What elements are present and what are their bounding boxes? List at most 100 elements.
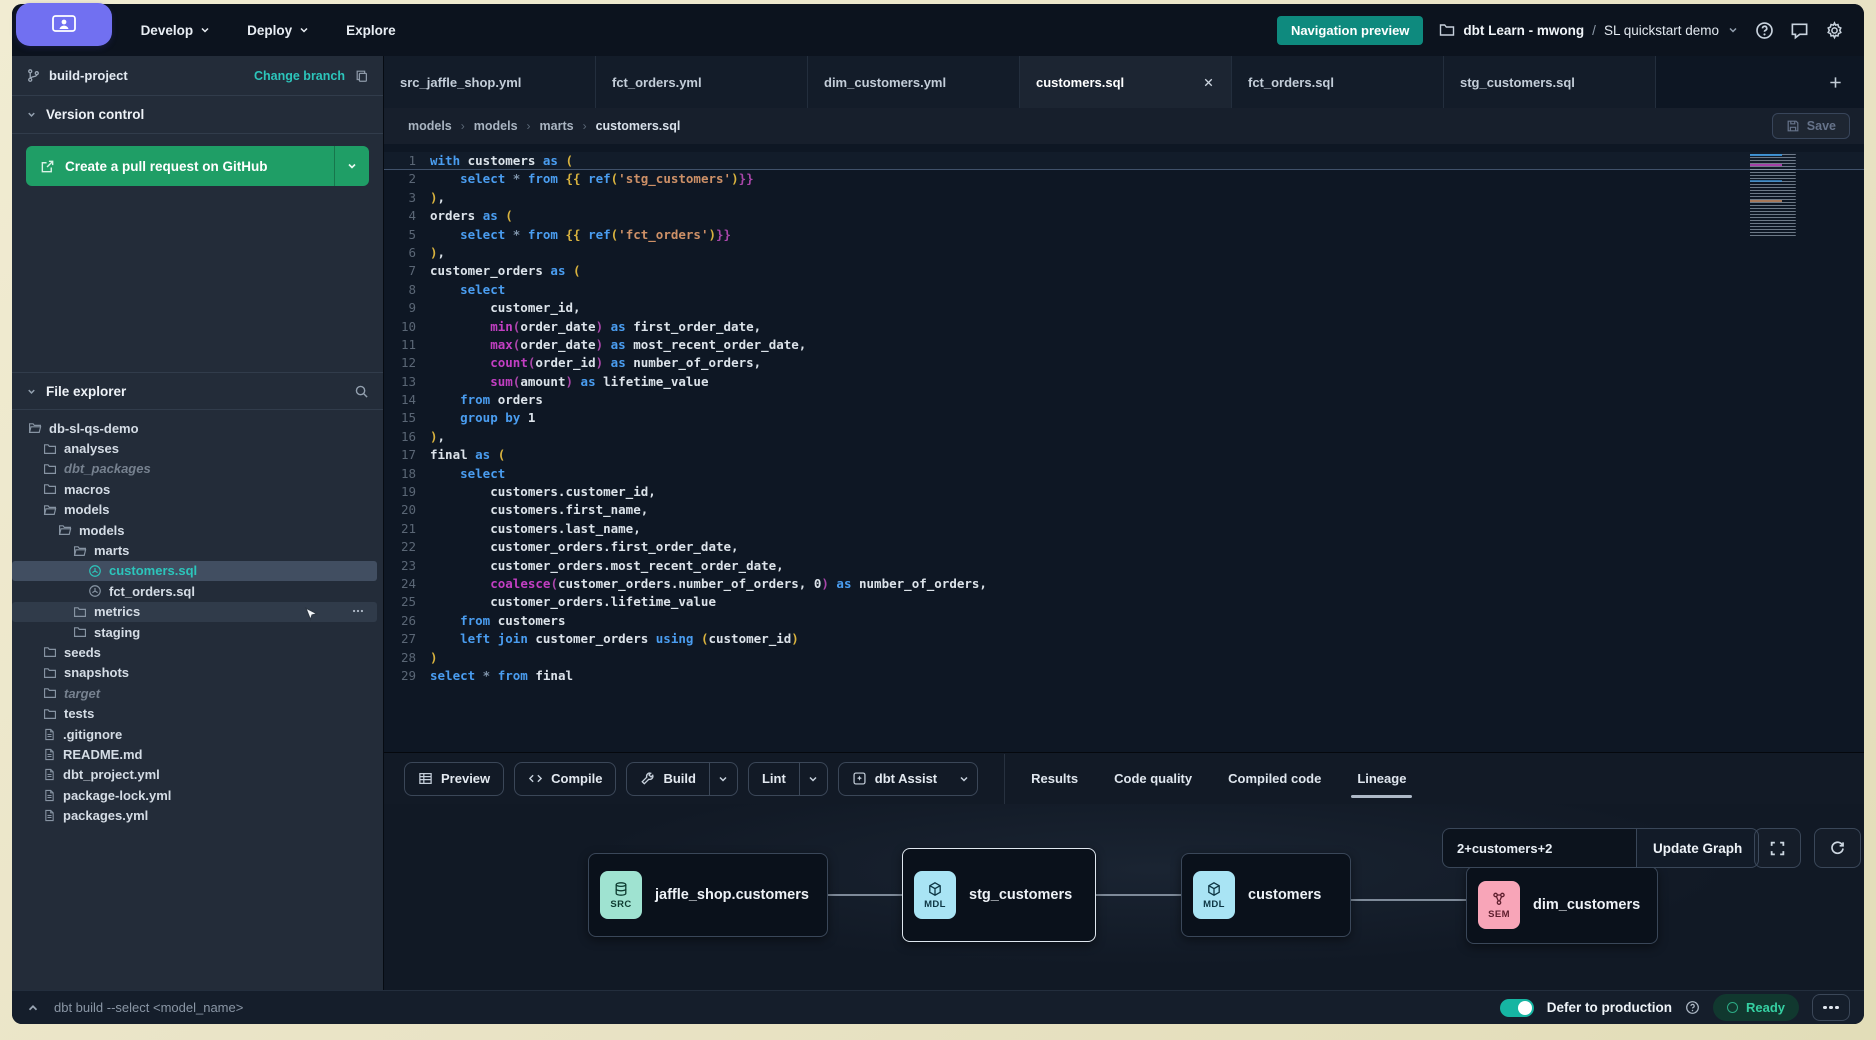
breadcrumb-item[interactable]: models xyxy=(408,119,452,133)
change-branch-link[interactable]: Change branch xyxy=(254,69,345,83)
tree-item-staging[interactable]: staging xyxy=(12,622,383,642)
defer-toggle[interactable] xyxy=(1500,999,1534,1017)
create-pr-button[interactable]: Create a pull request on GitHub xyxy=(26,146,369,186)
help-icon[interactable] xyxy=(1755,21,1774,40)
button-label-area[interactable]: dbt Assist xyxy=(839,763,950,795)
breadcrumb-item[interactable]: customers.sql xyxy=(596,119,681,133)
fullscreen-button[interactable] xyxy=(1754,828,1801,868)
editor-tab[interactable]: dim_customers.yml xyxy=(808,56,1020,108)
folder-icon xyxy=(73,605,87,619)
tree-item-package-lock-yml[interactable]: package-lock.yml xyxy=(12,785,383,805)
line-number: 27 xyxy=(384,630,430,648)
lineage-node-customers[interactable]: MDLcustomers xyxy=(1181,853,1351,937)
editor-tab[interactable]: customers.sql xyxy=(1020,56,1232,108)
tree-item-metrics[interactable]: metrics xyxy=(12,602,377,622)
update-graph-button[interactable]: Update Graph xyxy=(1636,828,1759,868)
new-tab-button[interactable] xyxy=(1806,56,1864,108)
command-input[interactable]: dbt build --select <model_name> xyxy=(54,1000,243,1015)
tree-item-label: macros xyxy=(64,482,110,497)
project-selector[interactable]: dbt Learn - mwong / SL quickstart demo xyxy=(1439,22,1739,38)
code-editor[interactable]: 1with customers as (2 select * from {{ r… xyxy=(384,144,1864,752)
line-number: 28 xyxy=(384,649,430,667)
settings-gear-icon[interactable] xyxy=(1825,21,1844,40)
tree-item-packages-yml[interactable]: packages.yml xyxy=(12,805,383,825)
create-pr-main[interactable]: Create a pull request on GitHub xyxy=(26,146,334,186)
sidebar: build-project Change branch Version cont… xyxy=(12,56,384,990)
tree-item-target[interactable]: target xyxy=(12,683,383,703)
row-actions-icon[interactable] xyxy=(351,604,365,621)
lineage-search-input[interactable] xyxy=(1442,828,1636,868)
tree-item-models[interactable]: models xyxy=(12,500,383,520)
tree-item-fct-orders-sql[interactable]: fct_orders.sql xyxy=(12,581,383,601)
compile-button[interactable]: Compile xyxy=(514,762,616,796)
nav-menu-develop[interactable]: Develop xyxy=(141,23,212,38)
button-label-area[interactable]: Compile xyxy=(515,763,615,795)
button-label-area[interactable]: Lint xyxy=(749,763,799,795)
editor-tab[interactable]: fct_orders.yml xyxy=(596,56,808,108)
tree-item-analyses[interactable]: analyses xyxy=(12,438,383,458)
nav-menu-deploy[interactable]: Deploy xyxy=(247,23,310,38)
code-line: 9 customer_id, xyxy=(384,299,1864,317)
panel-tab-results[interactable]: Results xyxy=(1031,753,1078,804)
tree-item-dbt-project-yml[interactable]: dbt_project.yml xyxy=(12,765,383,785)
minimap[interactable] xyxy=(1750,154,1802,236)
code-line: 8 select xyxy=(384,281,1864,299)
lint-button[interactable]: Lint xyxy=(748,762,828,796)
lineage-node-stg-customers[interactable]: MDLstg_customers xyxy=(902,848,1096,942)
line-number: 3 xyxy=(384,189,430,207)
lineage-canvas[interactable]: SRCjaffle_shop.customers MDLstg_customers… xyxy=(384,804,1864,990)
ready-label: Ready xyxy=(1746,1000,1785,1015)
save-button[interactable]: Save xyxy=(1772,113,1850,139)
tab-label: stg_customers.sql xyxy=(1460,75,1575,90)
info-icon[interactable] xyxy=(1685,1000,1700,1015)
tree-item-models[interactable]: models xyxy=(12,520,383,540)
dropdown-chevron[interactable] xyxy=(710,763,737,795)
editor-tab[interactable]: src_jaffle_shop.yml xyxy=(384,56,596,108)
tree-item-readme-md[interactable]: README.md xyxy=(12,744,383,764)
toolbar-divider xyxy=(1004,754,1005,804)
tree-item-marts[interactable]: marts xyxy=(12,540,383,560)
code-line: 7customer_orders as ( xyxy=(384,262,1864,280)
panel-tab-compiled-code[interactable]: Compiled code xyxy=(1228,753,1321,804)
button-label-area[interactable]: Build xyxy=(627,763,709,795)
lineage-node-dim-customers[interactable]: SEMdim_customers xyxy=(1466,866,1658,944)
tree-item-seeds[interactable]: seeds xyxy=(12,642,383,662)
search-icon[interactable] xyxy=(354,384,369,399)
preview-button[interactable]: Preview xyxy=(404,762,504,796)
lineage-node-jaffle-shop-customers[interactable]: SRCjaffle_shop.customers xyxy=(588,853,828,937)
feedback-icon[interactable] xyxy=(1790,21,1809,40)
tree-item-db-sl-qs-demo[interactable]: db-sl-qs-demo xyxy=(12,418,383,438)
tree-item--gitignore[interactable]: .gitignore xyxy=(12,724,383,744)
line-number: 26 xyxy=(384,612,430,630)
semantic-icon xyxy=(1491,891,1507,907)
version-control-header[interactable]: Version control xyxy=(12,96,383,134)
navigation-preview-button[interactable]: Navigation preview xyxy=(1277,16,1423,45)
tree-item-customers-sql[interactable]: customers.sql xyxy=(12,561,377,581)
panel-tab-lineage[interactable]: Lineage xyxy=(1357,753,1406,804)
file-explorer-header[interactable]: File explorer xyxy=(12,372,383,410)
nav-menu-explore[interactable]: Explore xyxy=(346,23,396,38)
breadcrumb-item[interactable]: marts xyxy=(540,119,574,133)
more-options-button[interactable] xyxy=(1812,994,1850,1021)
dropdown-chevron[interactable] xyxy=(950,763,977,795)
breadcrumb-item[interactable]: models xyxy=(474,119,518,133)
tree-item-snapshots[interactable]: snapshots xyxy=(12,663,383,683)
refresh-button[interactable] xyxy=(1814,828,1861,868)
copy-icon[interactable] xyxy=(355,69,369,83)
node-type-label: SRC xyxy=(610,899,631,910)
tree-item-tests[interactable]: tests xyxy=(12,703,383,723)
pr-options-chevron[interactable] xyxy=(335,146,369,186)
build-button[interactable]: Build xyxy=(626,762,738,796)
button-label-area[interactable]: Preview xyxy=(405,763,503,795)
dropdown-chevron[interactable] xyxy=(800,763,827,795)
chevron-up-icon[interactable] xyxy=(26,1001,40,1015)
editor-pane: src_jaffle_shop.ymlfct_orders.ymldim_cus… xyxy=(384,56,1864,990)
panel-tab-code-quality[interactable]: Code quality xyxy=(1114,753,1192,804)
dbt-assist-button[interactable]: dbt Assist xyxy=(838,762,978,796)
tree-item-dbt-packages[interactable]: dbt_packages xyxy=(12,459,383,479)
tree-item-macros[interactable]: macros xyxy=(12,479,383,499)
editor-tab[interactable]: stg_customers.sql xyxy=(1444,56,1656,108)
close-tab-icon[interactable] xyxy=(1202,76,1215,89)
lineage-edge xyxy=(828,894,902,896)
editor-tab[interactable]: fct_orders.sql xyxy=(1232,56,1444,108)
